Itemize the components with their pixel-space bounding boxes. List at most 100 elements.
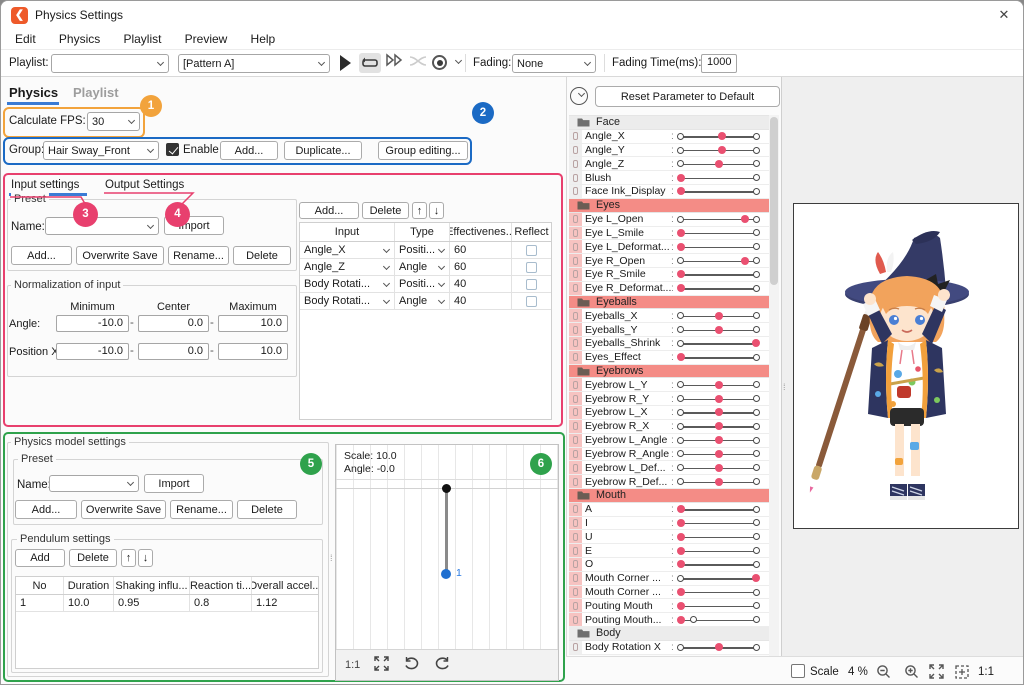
parameter-slider[interactable] (677, 337, 760, 350)
parameter-slider[interactable] (677, 530, 760, 543)
graph-ratio-button[interactable]: 1:1 (345, 659, 360, 671)
parameter-slider[interactable] (677, 544, 760, 557)
slider-value-dot[interactable] (718, 132, 726, 140)
parameter-slider[interactable] (677, 282, 760, 295)
reflect-checkbox[interactable] (526, 279, 537, 290)
parameter-slider[interactable] (677, 599, 760, 612)
model-preset-rename-button[interactable]: Rename... (170, 500, 233, 519)
slider-value-dot[interactable] (741, 215, 749, 223)
parameter-slider[interactable] (677, 420, 760, 433)
effectiveness-value[interactable]: 40 (450, 276, 512, 292)
group-duplicate-button[interactable]: Duplicate... (284, 141, 362, 160)
record-icon[interactable] (432, 55, 447, 70)
slider-value-dot[interactable] (715, 408, 723, 416)
param-group-header[interactable]: Eyes (569, 199, 769, 213)
move-up-button[interactable]: ↑ (412, 202, 427, 219)
tab-physics[interactable]: Physics (9, 85, 58, 100)
slider-value-dot[interactable] (715, 422, 723, 430)
input-table-delete-button[interactable]: Delete (362, 202, 409, 219)
menu-help[interactable]: Help (245, 32, 282, 46)
input-param-combo[interactable]: Angle_X (300, 242, 395, 258)
parameter-slider[interactable] (677, 130, 760, 143)
model-preset-import-button[interactable]: Import (144, 474, 204, 493)
chevron-down-icon[interactable] (455, 57, 462, 64)
group-combo[interactable]: Hair Sway_Front (43, 141, 159, 160)
expand-icon[interactable] (929, 664, 944, 682)
input-preset-delete-button[interactable]: Delete (233, 246, 291, 265)
fading-time-input[interactable]: 1000 (701, 54, 737, 73)
effectiveness-value[interactable]: 60 (450, 242, 512, 258)
slider-value-dot[interactable] (677, 284, 685, 292)
slider-value-dot[interactable] (715, 326, 723, 334)
calculate-fps-combo[interactable]: 30 (87, 112, 140, 131)
parameter-slider[interactable] (677, 434, 760, 447)
parameter-slider[interactable] (677, 641, 760, 654)
slider-value-dot[interactable] (752, 339, 760, 347)
slider-value-dot[interactable] (677, 174, 685, 182)
parameter-slider[interactable] (677, 475, 760, 488)
effectiveness-value[interactable]: 40 (450, 293, 512, 309)
input-type-combo[interactable]: Angle (395, 293, 450, 309)
parameter-slider[interactable] (677, 558, 760, 571)
menu-playlist[interactable]: Playlist (117, 32, 167, 46)
slider-value-dot[interactable] (715, 395, 723, 403)
parameter-slider[interactable] (677, 448, 760, 461)
slider-value-dot[interactable] (677, 519, 685, 527)
input-param-combo[interactable]: Body Rotati... (300, 293, 395, 309)
parameter-slider[interactable] (677, 586, 760, 599)
param-group-header[interactable]: Face (569, 116, 769, 130)
loop-icon[interactable] (359, 53, 381, 73)
enable-checkbox[interactable] (166, 143, 179, 156)
reflect-checkbox[interactable] (526, 245, 537, 256)
pendulum-graph[interactable]: Scale: 10.0 Angle: -0.0 1 6 1:1 (335, 444, 559, 681)
playlist-combo[interactable] (51, 54, 169, 73)
input-type-combo[interactable]: Angle (395, 259, 450, 275)
actual-size-button[interactable]: 1:1 (978, 666, 994, 678)
normalization-value-field[interactable]: 10.0 (218, 343, 288, 360)
slider-value-dot[interactable] (715, 381, 723, 389)
input-table-add-button[interactable]: Add... (299, 202, 359, 219)
normalization-value-field[interactable]: 0.0 (138, 315, 209, 332)
move-down-button[interactable]: ↓ (138, 549, 153, 567)
slider-value-dot[interactable] (715, 436, 723, 444)
normalization-value-field[interactable]: 10.0 (218, 315, 288, 332)
slider-value-dot[interactable] (677, 270, 685, 278)
pendulum-table-row[interactable]: 110.00.950.81.12 (16, 595, 318, 612)
input-preset-rename-button[interactable]: Rename... (168, 246, 229, 265)
param-group-header[interactable]: Body (569, 627, 769, 641)
slider-value-dot[interactable] (677, 353, 685, 361)
scrollbar-track[interactable] (769, 115, 779, 656)
zoom-out-icon[interactable] (876, 664, 891, 682)
fading-combo[interactable]: None (512, 54, 596, 73)
param-group-header[interactable]: Eyebrows (569, 365, 769, 379)
slider-value-dot[interactable] (677, 533, 685, 541)
menu-edit[interactable]: Edit (9, 32, 42, 46)
input-param-combo[interactable]: Body Rotati... (300, 276, 395, 292)
fast-forward-icon[interactable] (385, 53, 405, 70)
slider-value-dot[interactable] (715, 643, 723, 651)
parameter-slider[interactable] (677, 213, 760, 226)
parameter-slider[interactable] (677, 309, 760, 322)
input-type-combo[interactable]: Positi... (395, 242, 450, 258)
move-up-button[interactable]: ↑ (121, 549, 136, 567)
parameter-slider[interactable] (677, 572, 760, 585)
parameter-slider[interactable] (677, 157, 760, 170)
slider-value-dot[interactable] (677, 187, 685, 195)
scrollbar-thumb[interactable] (770, 117, 778, 285)
redo-icon[interactable] (434, 656, 451, 674)
pendulum-anchor-point[interactable] (442, 484, 451, 493)
splitter-handle[interactable]: ⁞ (783, 382, 785, 392)
slider-value-dot[interactable] (677, 243, 685, 251)
normalization-value-field[interactable]: 0.0 (138, 343, 209, 360)
parameter-slider[interactable] (677, 351, 760, 364)
parameter-slider[interactable] (677, 406, 760, 419)
tab-playlist[interactable]: Playlist (73, 85, 119, 100)
slider-value-dot[interactable] (677, 505, 685, 513)
input-param-combo[interactable]: Angle_Z (300, 259, 395, 275)
slider-value-dot[interactable] (718, 146, 726, 154)
model-preset-delete-button[interactable]: Delete (237, 500, 297, 519)
param-group-header[interactable]: Eyeballs (569, 296, 769, 310)
group-add-button[interactable]: Add... (220, 141, 278, 160)
model-preset-overwrite-button[interactable]: Overwrite Save (81, 500, 166, 519)
pendulum-add-button[interactable]: Add (15, 549, 65, 567)
